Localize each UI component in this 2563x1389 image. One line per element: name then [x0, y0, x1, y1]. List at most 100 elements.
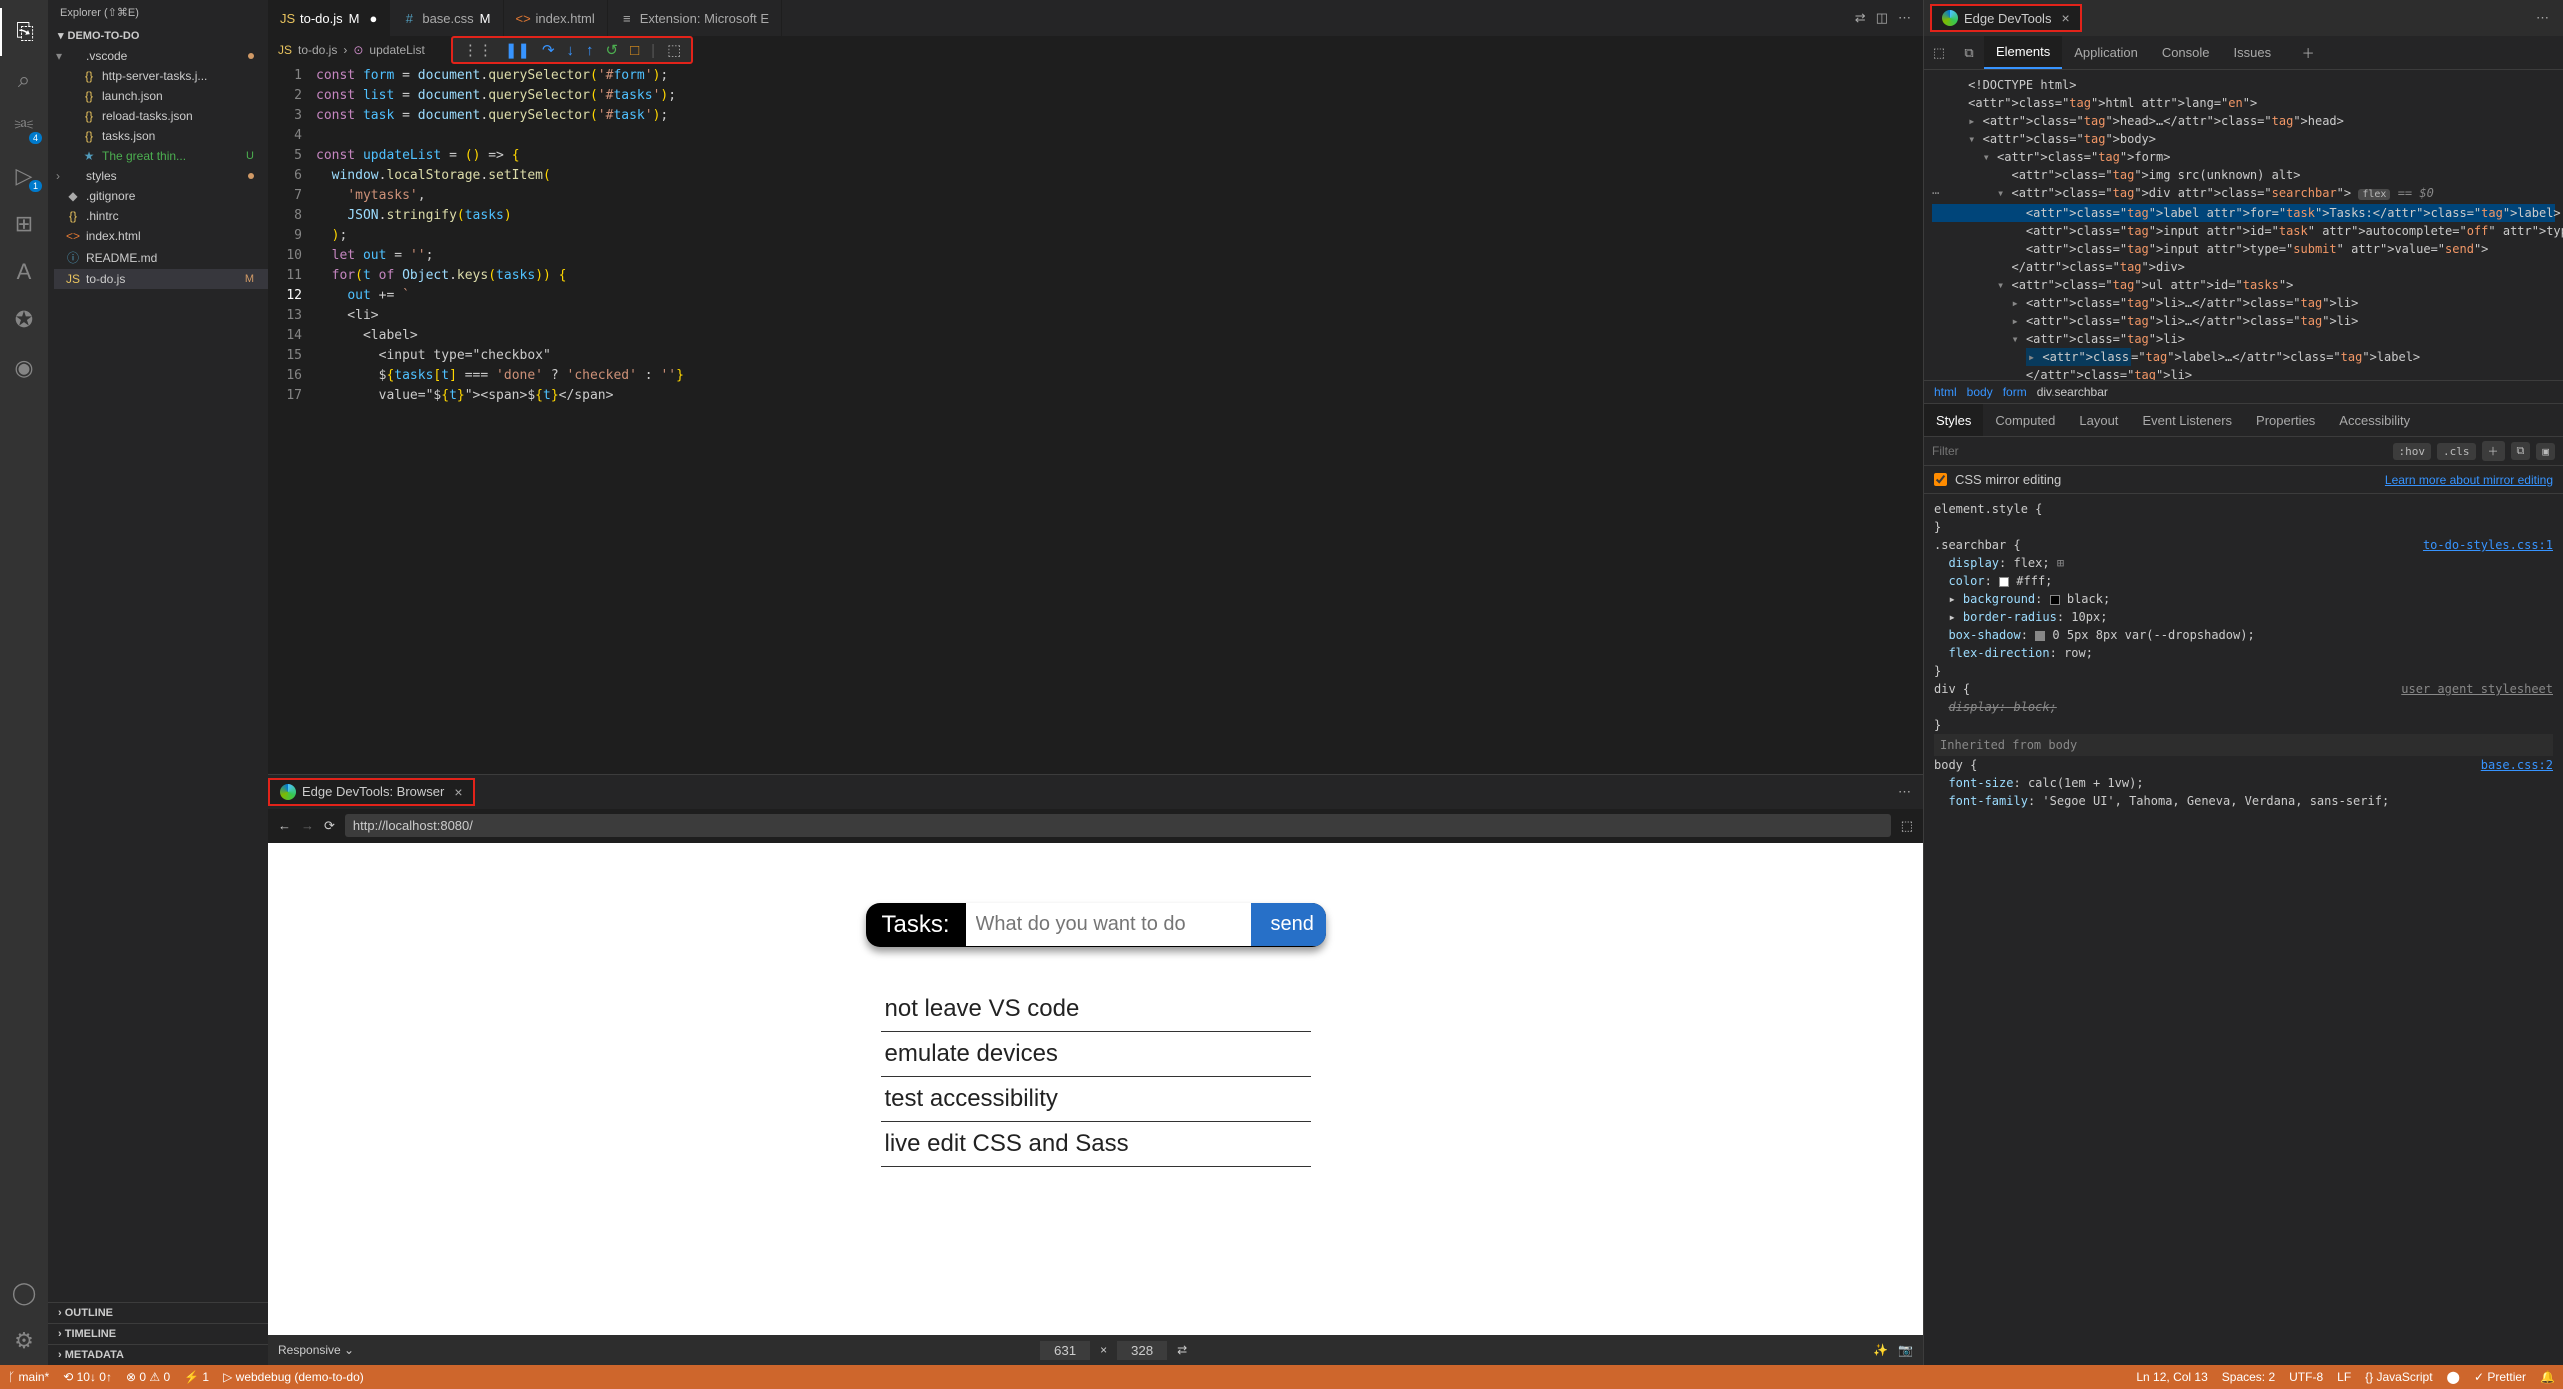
- viewport-width[interactable]: [1040, 1341, 1090, 1360]
- step-out-icon[interactable]: ↑: [586, 42, 594, 59]
- style-subtab[interactable]: Styles: [1924, 404, 1983, 436]
- activity-edge-icon[interactable]: ◉: [0, 344, 48, 392]
- code-editor[interactable]: const form = document.querySelector('#fo…: [316, 64, 1923, 774]
- split-icon[interactable]: ◫: [1876, 10, 1888, 26]
- file-tree-item[interactable]: ›styles: [54, 166, 268, 186]
- file-tree-item[interactable]: {}tasks.json: [54, 126, 268, 146]
- file-tree-item[interactable]: {}launch.json: [54, 86, 268, 106]
- breadcrumb-item[interactable]: form: [2003, 385, 2027, 399]
- activity-search-icon[interactable]: ⌕: [0, 56, 48, 104]
- url-input[interactable]: [345, 814, 1891, 837]
- more-icon[interactable]: ⋯: [1898, 784, 1923, 800]
- activity-extensions-icon[interactable]: ⊞: [0, 200, 48, 248]
- task-item[interactable]: emulate devices: [881, 1032, 1311, 1077]
- compare-icon[interactable]: ⇄: [1855, 10, 1866, 26]
- breadcrumb-item[interactable]: body: [1967, 385, 1993, 399]
- breadcrumb-item[interactable]: div.searchbar: [2037, 385, 2108, 399]
- file-tree-item[interactable]: {}reload-tasks.json: [54, 106, 268, 126]
- editor-tab[interactable]: ≡Extension: Microsoft E: [608, 0, 782, 36]
- activity-source-control-icon[interactable]: ⎃4: [0, 104, 48, 152]
- style-subtab[interactable]: Accessibility: [2327, 404, 2422, 436]
- activity-azure-icon[interactable]: A: [0, 248, 48, 296]
- forward-icon[interactable]: →: [301, 818, 314, 833]
- editor-tab[interactable]: <>index.html: [504, 0, 608, 36]
- style-subtab[interactable]: Computed: [1983, 404, 2067, 436]
- sidebar-panel[interactable]: › TIMELINE: [48, 1323, 268, 1344]
- send-button[interactable]: send: [1251, 903, 1326, 946]
- device-toggle-icon[interactable]: ⧉: [1954, 45, 1984, 61]
- file-tree-item[interactable]: {}.hintrc: [54, 206, 268, 226]
- cls-toggle[interactable]: .cls: [2437, 443, 2476, 460]
- project-root[interactable]: ▾ DEMO-TO-DO: [48, 25, 268, 46]
- eol-status[interactable]: LF: [2337, 1370, 2351, 1384]
- new-rule-icon[interactable]: ＋: [2482, 441, 2505, 461]
- file-tree-item[interactable]: JSto-do.jsM: [54, 269, 268, 289]
- devtools-tool-tab[interactable]: Application: [2062, 36, 2150, 69]
- activity-remote-icon[interactable]: ✪: [0, 296, 48, 344]
- cursor-position[interactable]: Ln 12, Col 13: [2136, 1370, 2207, 1384]
- responsive-select[interactable]: Responsive ⌄: [278, 1343, 354, 1357]
- magic-wand-icon[interactable]: ✨: [1873, 1343, 1888, 1357]
- branch-status[interactable]: ᚴ main*: [8, 1370, 49, 1384]
- device-icon[interactable]: ⧉: [2511, 442, 2531, 460]
- devtools-tool-tab[interactable]: Console: [2150, 36, 2222, 69]
- restart-icon[interactable]: ↺: [606, 41, 619, 59]
- sidebar-panel[interactable]: › METADATA: [48, 1344, 268, 1365]
- task-item[interactable]: live edit CSS and Sass: [881, 1122, 1311, 1167]
- task-item[interactable]: test accessibility: [881, 1077, 1311, 1122]
- recording-icon[interactable]: ⬤: [2447, 1370, 2460, 1384]
- step-over-icon[interactable]: ↷: [542, 41, 555, 59]
- ports-status[interactable]: ⚡ 1: [184, 1370, 209, 1384]
- browser-preview-tab[interactable]: Edge DevTools: Browser ×: [268, 778, 475, 806]
- encoding-status[interactable]: UTF-8: [2289, 1370, 2323, 1384]
- pause-icon[interactable]: ❚❚: [505, 41, 530, 59]
- stop-icon[interactable]: □: [630, 42, 639, 59]
- page-preview[interactable]: Tasks: send not leave VS codeemulate dev…: [268, 843, 1923, 1335]
- editor-tab[interactable]: #base.cssM: [390, 0, 503, 36]
- indent-status[interactable]: Spaces: 2: [2222, 1370, 2275, 1384]
- more-styles-icon[interactable]: ▣: [2536, 443, 2555, 460]
- activity-explorer-icon[interactable]: ⎘: [0, 8, 48, 56]
- devtools-open-icon[interactable]: ⬚: [1901, 818, 1913, 834]
- devtools-tab[interactable]: Edge DevTools ×: [1930, 4, 2082, 32]
- devtools-tool-tab[interactable]: Issues: [2222, 36, 2284, 69]
- style-subtab[interactable]: Layout: [2067, 404, 2130, 436]
- more-icon[interactable]: ⋯: [2528, 10, 2557, 26]
- notifications-icon[interactable]: 🔔: [2540, 1370, 2555, 1384]
- reload-icon[interactable]: ⟳: [324, 818, 335, 834]
- prettier-status[interactable]: ✓ Prettier: [2474, 1370, 2526, 1384]
- viewport-height[interactable]: [1117, 1341, 1167, 1360]
- sidebar-panel[interactable]: › OUTLINE: [48, 1302, 268, 1323]
- language-status[interactable]: {} JavaScript: [2365, 1370, 2432, 1384]
- devtools-tool-tab[interactable]: Elements: [1984, 36, 2062, 69]
- close-icon[interactable]: ×: [2061, 10, 2069, 26]
- file-tree-item[interactable]: ★The great thin...U: [54, 146, 268, 166]
- activity-account-icon[interactable]: ◯: [0, 1269, 48, 1317]
- file-tree-item[interactable]: ▾.vscode: [54, 46, 268, 66]
- task-item[interactable]: not leave VS code: [881, 987, 1311, 1032]
- more-icon[interactable]: ⋯: [1898, 10, 1911, 26]
- task-input[interactable]: [966, 903, 1251, 946]
- screenshot-icon[interactable]: 📷: [1898, 1343, 1913, 1357]
- file-tree-item[interactable]: {}http-server-tasks.j...: [54, 66, 268, 86]
- sync-status[interactable]: ⟲ 10↓ 0↑: [63, 1370, 112, 1384]
- styles-filter-input[interactable]: [1932, 444, 2387, 458]
- mirror-checkbox[interactable]: [1934, 473, 1947, 486]
- inspect-icon[interactable]: ⬚: [667, 41, 681, 59]
- add-tool-icon[interactable]: ＋: [2293, 43, 2323, 62]
- file-tree-item[interactable]: <>index.html: [54, 226, 268, 246]
- mirror-learn-link[interactable]: Learn more about mirror editing: [2385, 473, 2553, 487]
- hover-toggle[interactable]: :hov: [2393, 443, 2432, 460]
- file-tree-item[interactable]: ◆.gitignore: [54, 186, 268, 206]
- inspect-element-icon[interactable]: ⬚: [1924, 45, 1954, 61]
- drag-handle-icon[interactable]: ⋮⋮: [463, 41, 493, 59]
- rotate-icon[interactable]: ⇄: [1177, 1343, 1187, 1357]
- file-tree-item[interactable]: ⓘREADME.md: [54, 246, 268, 269]
- debug-target[interactable]: ▷ webdebug (demo-to-do): [223, 1370, 364, 1384]
- close-icon[interactable]: ×: [454, 784, 462, 800]
- editor-tab[interactable]: JSto-do.jsM●: [268, 0, 390, 36]
- style-subtab[interactable]: Event Listeners: [2130, 404, 2244, 436]
- style-subtab[interactable]: Properties: [2244, 404, 2327, 436]
- activity-run-debug-icon[interactable]: ▷1: [0, 152, 48, 200]
- problems-status[interactable]: ⊗ 0 ⚠ 0: [126, 1370, 170, 1384]
